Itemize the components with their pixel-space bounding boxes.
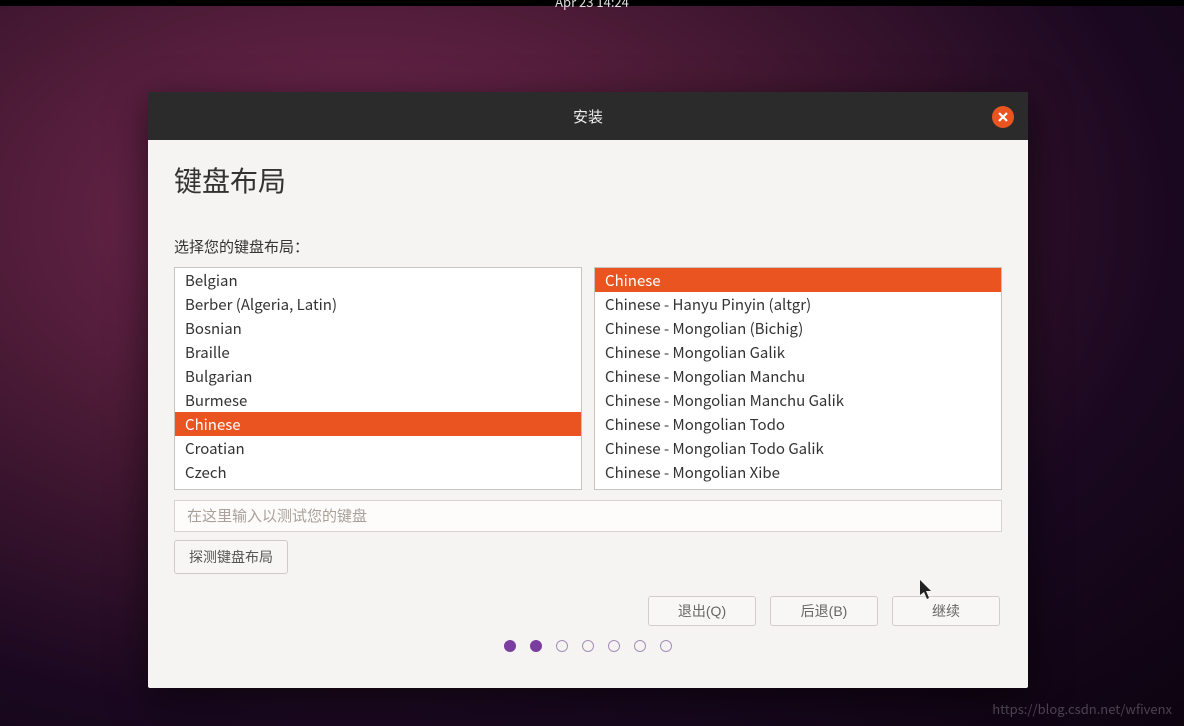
list-item[interactable]: Chinese - Mongolian Todo Galik — [595, 436, 1001, 460]
window-title: 安装 — [573, 106, 603, 127]
installer-content: 键盘布局 选择您的键盘布局： BelgianBerber (Algeria, L… — [148, 140, 1028, 688]
installer-window: 安装 键盘布局 选择您的键盘布局： BelgianBerber (Algeria… — [148, 92, 1028, 688]
keyboard-test-input[interactable] — [174, 500, 1002, 532]
progress-dot — [660, 640, 672, 652]
detect-row: 探测键盘布局 — [174, 540, 1002, 574]
page-prompt: 选择您的键盘布局： — [174, 236, 1002, 257]
page-heading: 键盘布局 — [174, 160, 1002, 200]
progress-dot — [556, 640, 568, 652]
window-titlebar: 安装 — [148, 92, 1028, 140]
watermark: https://blog.csdn.net/wfivenx — [992, 699, 1172, 718]
list-item[interactable]: Bosnian — [175, 316, 581, 340]
back-button[interactable]: 后退(B) — [770, 596, 878, 626]
list-item[interactable]: Chinese - Hanyu Pinyin (altgr) — [595, 292, 1001, 316]
list-item[interactable]: Chinese — [595, 268, 1001, 292]
list-item[interactable]: Chinese - Mongolian (Bichig) — [595, 316, 1001, 340]
quit-button[interactable]: 退出(Q) — [648, 596, 756, 626]
list-item[interactable]: Chinese - Tibetan — [595, 484, 1001, 490]
list-item[interactable]: Chinese - Mongolian Manchu Galik — [595, 388, 1001, 412]
list-item[interactable]: Danish — [175, 484, 581, 490]
list-item[interactable]: Chinese - Mongolian Xibe — [595, 460, 1001, 484]
layouts-listbox[interactable]: BelgianBerber (Algeria, Latin)BosnianBra… — [174, 267, 582, 490]
list-item[interactable]: Braille — [175, 340, 581, 364]
variants-listbox[interactable]: ChineseChinese - Hanyu Pinyin (altgr)Chi… — [594, 267, 1002, 490]
progress-dot — [582, 640, 594, 652]
system-topbar: Apr 23 14:24 — [0, 0, 1184, 6]
close-icon — [998, 112, 1008, 122]
detect-layout-button[interactable]: 探测键盘布局 — [174, 540, 288, 574]
progress-dots — [174, 626, 1002, 670]
progress-dot — [504, 640, 516, 652]
list-item[interactable]: Chinese - Mongolian Todo — [595, 412, 1001, 436]
list-item[interactable]: Chinese - Mongolian Manchu — [595, 364, 1001, 388]
progress-dot — [634, 640, 646, 652]
list-item[interactable]: Chinese - Mongolian Galik — [595, 340, 1001, 364]
nav-buttons: 退出(Q) 后退(B) 继续 — [174, 596, 1002, 626]
list-item[interactable]: Czech — [175, 460, 581, 484]
progress-dot — [608, 640, 620, 652]
list-item[interactable]: Croatian — [175, 436, 581, 460]
list-item[interactable]: Chinese — [175, 412, 581, 436]
list-item[interactable]: Berber (Algeria, Latin) — [175, 292, 581, 316]
clock: Apr 23 14:24 — [555, 0, 629, 11]
close-button[interactable] — [992, 106, 1014, 128]
list-item[interactable]: Burmese — [175, 388, 581, 412]
continue-button[interactable]: 继续 — [892, 596, 1000, 626]
list-item[interactable]: Belgian — [175, 268, 581, 292]
progress-dot — [530, 640, 542, 652]
test-input-row — [174, 500, 1002, 532]
list-item[interactable]: Bulgarian — [175, 364, 581, 388]
keyboard-lists: BelgianBerber (Algeria, Latin)BosnianBra… — [174, 267, 1002, 490]
